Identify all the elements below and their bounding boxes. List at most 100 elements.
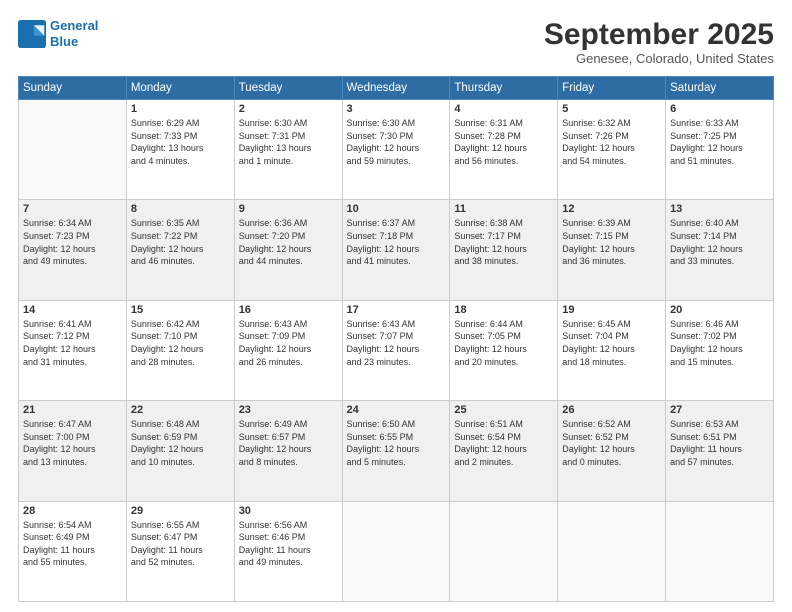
calendar-cell: 7 Sunrise: 6:34 AM Sunset: 7:23 PM Daylig… xyxy=(19,200,127,300)
day-number: 6 xyxy=(670,103,769,115)
calendar-cell: 29Sunrise: 6:55 AM Sunset: 6:47 PM Dayli… xyxy=(126,501,234,601)
calendar-cell xyxy=(342,501,450,601)
calendar-day-header: Saturday xyxy=(666,77,774,100)
calendar-cell: 1 Sunrise: 6:29 AM Sunset: 7:33 PM Daylig… xyxy=(126,100,234,200)
day-number: 18 xyxy=(454,304,553,316)
calendar-cell: 25 Sunrise: 6:51 AM Sunset: 6:54 PM Dayli… xyxy=(450,401,558,501)
day-info: Sunrise: 6:38 AM Sunset: 7:17 PM Dayligh… xyxy=(454,217,553,267)
day-number: 26 xyxy=(562,404,661,416)
calendar-cell: 4 Sunrise: 6:31 AM Sunset: 7:28 PM Daylig… xyxy=(450,100,558,200)
calendar-cell: 2 Sunrise: 6:30 AM Sunset: 7:31 PM Daylig… xyxy=(234,100,342,200)
day-info: Sunrise: 6:43 AM Sunset: 7:07 PM Dayligh… xyxy=(347,318,446,368)
calendar-week-row: 21 Sunrise: 6:47 AM Sunset: 7:00 PM Dayli… xyxy=(19,401,774,501)
day-info: Sunrise: 6:33 AM Sunset: 7:25 PM Dayligh… xyxy=(670,117,769,167)
day-number: 4 xyxy=(454,103,553,115)
day-info: Sunrise: 6:51 AM Sunset: 6:54 PM Dayligh… xyxy=(454,418,553,468)
day-number: 12 xyxy=(562,203,661,215)
day-info: Sunrise: 6:55 AM Sunset: 6:47 PM Dayligh… xyxy=(131,519,230,569)
calendar-table: SundayMondayTuesdayWednesdayThursdayFrid… xyxy=(18,76,774,602)
day-info: Sunrise: 6:42 AM Sunset: 7:10 PM Dayligh… xyxy=(131,318,230,368)
day-number: 5 xyxy=(562,103,661,115)
calendar-cell xyxy=(450,501,558,601)
day-number: 11 xyxy=(454,203,553,215)
title-block: September 2025 Genesee, Colorado, United… xyxy=(544,18,774,66)
day-number: 16 xyxy=(239,304,338,316)
day-number: 30 xyxy=(239,505,338,517)
day-info: Sunrise: 6:30 AM Sunset: 7:30 PM Dayligh… xyxy=(347,117,446,167)
day-info: Sunrise: 6:34 AM Sunset: 7:23 PM Dayligh… xyxy=(23,217,122,267)
header: General Blue September 2025 Genesee, Col… xyxy=(18,18,774,66)
day-info: Sunrise: 6:30 AM Sunset: 7:31 PM Dayligh… xyxy=(239,117,338,167)
day-info: Sunrise: 6:35 AM Sunset: 7:22 PM Dayligh… xyxy=(131,217,230,267)
calendar-cell: 21 Sunrise: 6:47 AM Sunset: 7:00 PM Dayli… xyxy=(19,401,127,501)
day-number: 7 xyxy=(23,203,122,215)
day-number: 1 xyxy=(131,103,230,115)
day-number: 8 xyxy=(131,203,230,215)
calendar-cell: 22 Sunrise: 6:48 AM Sunset: 6:59 PM Dayli… xyxy=(126,401,234,501)
calendar-day-header: Friday xyxy=(558,77,666,100)
day-number: 20 xyxy=(670,304,769,316)
day-number: 10 xyxy=(347,203,446,215)
day-number: 28 xyxy=(23,505,122,517)
calendar-cell: 24Sunrise: 6:50 AM Sunset: 6:55 PM Dayli… xyxy=(342,401,450,501)
calendar-cell xyxy=(666,501,774,601)
day-info: Sunrise: 6:43 AM Sunset: 7:09 PM Dayligh… xyxy=(239,318,338,368)
day-number: 22 xyxy=(131,404,230,416)
day-info: Sunrise: 6:36 AM Sunset: 7:20 PM Dayligh… xyxy=(239,217,338,267)
day-number: 27 xyxy=(670,404,769,416)
day-number: 23 xyxy=(239,404,338,416)
day-number: 14 xyxy=(23,304,122,316)
day-info: Sunrise: 6:54 AM Sunset: 6:49 PM Dayligh… xyxy=(23,519,122,569)
logo-line2: Blue xyxy=(50,34,78,49)
calendar-cell: 5 Sunrise: 6:32 AM Sunset: 7:26 PM Daylig… xyxy=(558,100,666,200)
day-info: Sunrise: 6:47 AM Sunset: 7:00 PM Dayligh… xyxy=(23,418,122,468)
calendar-cell: 16 Sunrise: 6:43 AM Sunset: 7:09 PM Dayli… xyxy=(234,300,342,400)
calendar-cell: 6 Sunrise: 6:33 AM Sunset: 7:25 PM Daylig… xyxy=(666,100,774,200)
day-info: Sunrise: 6:39 AM Sunset: 7:15 PM Dayligh… xyxy=(562,217,661,267)
calendar-cell: 23 Sunrise: 6:49 AM Sunset: 6:57 PM Dayli… xyxy=(234,401,342,501)
calendar-week-row: 1 Sunrise: 6:29 AM Sunset: 7:33 PM Daylig… xyxy=(19,100,774,200)
day-info: Sunrise: 6:44 AM Sunset: 7:05 PM Dayligh… xyxy=(454,318,553,368)
calendar-cell: 8 Sunrise: 6:35 AM Sunset: 7:22 PM Daylig… xyxy=(126,200,234,300)
day-info: Sunrise: 6:29 AM Sunset: 7:33 PM Dayligh… xyxy=(131,117,230,167)
calendar-cell: 19Sunrise: 6:45 AM Sunset: 7:04 PM Dayli… xyxy=(558,300,666,400)
calendar-cell: 3Sunrise: 6:30 AM Sunset: 7:30 PM Daylig… xyxy=(342,100,450,200)
day-number: 2 xyxy=(239,103,338,115)
logo-text: General Blue xyxy=(50,18,98,49)
calendar-week-row: 7 Sunrise: 6:34 AM Sunset: 7:23 PM Daylig… xyxy=(19,200,774,300)
day-info: Sunrise: 6:48 AM Sunset: 6:59 PM Dayligh… xyxy=(131,418,230,468)
calendar-cell: 28 Sunrise: 6:54 AM Sunset: 6:49 PM Dayli… xyxy=(19,501,127,601)
day-info: Sunrise: 6:49 AM Sunset: 6:57 PM Dayligh… xyxy=(239,418,338,468)
calendar-day-header: Sunday xyxy=(19,77,127,100)
logo-line1: General xyxy=(50,18,98,33)
calendar-day-header: Monday xyxy=(126,77,234,100)
calendar-week-row: 14Sunrise: 6:41 AM Sunset: 7:12 PM Dayli… xyxy=(19,300,774,400)
day-info: Sunrise: 6:31 AM Sunset: 7:28 PM Dayligh… xyxy=(454,117,553,167)
day-number: 17 xyxy=(347,304,446,316)
day-info: Sunrise: 6:56 AM Sunset: 6:46 PM Dayligh… xyxy=(239,519,338,569)
calendar-day-header: Wednesday xyxy=(342,77,450,100)
main-title: September 2025 xyxy=(544,18,774,51)
calendar-cell: 9Sunrise: 6:36 AM Sunset: 7:20 PM Daylig… xyxy=(234,200,342,300)
calendar-cell: 14Sunrise: 6:41 AM Sunset: 7:12 PM Dayli… xyxy=(19,300,127,400)
calendar-day-header: Thursday xyxy=(450,77,558,100)
calendar-day-header: Tuesday xyxy=(234,77,342,100)
calendar-cell: 13 Sunrise: 6:40 AM Sunset: 7:14 PM Dayli… xyxy=(666,200,774,300)
day-info: Sunrise: 6:45 AM Sunset: 7:04 PM Dayligh… xyxy=(562,318,661,368)
day-info: Sunrise: 6:37 AM Sunset: 7:18 PM Dayligh… xyxy=(347,217,446,267)
day-number: 21 xyxy=(23,404,122,416)
subtitle: Genesee, Colorado, United States xyxy=(544,51,774,66)
day-info: Sunrise: 6:53 AM Sunset: 6:51 PM Dayligh… xyxy=(670,418,769,468)
calendar-cell: 20Sunrise: 6:46 AM Sunset: 7:02 PM Dayli… xyxy=(666,300,774,400)
calendar-cell xyxy=(558,501,666,601)
day-number: 25 xyxy=(454,404,553,416)
day-info: Sunrise: 6:50 AM Sunset: 6:55 PM Dayligh… xyxy=(347,418,446,468)
day-number: 13 xyxy=(670,203,769,215)
page: General Blue September 2025 Genesee, Col… xyxy=(0,0,792,612)
logo-icon xyxy=(18,20,46,48)
day-info: Sunrise: 6:32 AM Sunset: 7:26 PM Dayligh… xyxy=(562,117,661,167)
calendar-cell: 30 Sunrise: 6:56 AM Sunset: 6:46 PM Dayli… xyxy=(234,501,342,601)
calendar-cell: 11 Sunrise: 6:38 AM Sunset: 7:17 PM Dayli… xyxy=(450,200,558,300)
day-info: Sunrise: 6:40 AM Sunset: 7:14 PM Dayligh… xyxy=(670,217,769,267)
day-info: Sunrise: 6:52 AM Sunset: 6:52 PM Dayligh… xyxy=(562,418,661,468)
